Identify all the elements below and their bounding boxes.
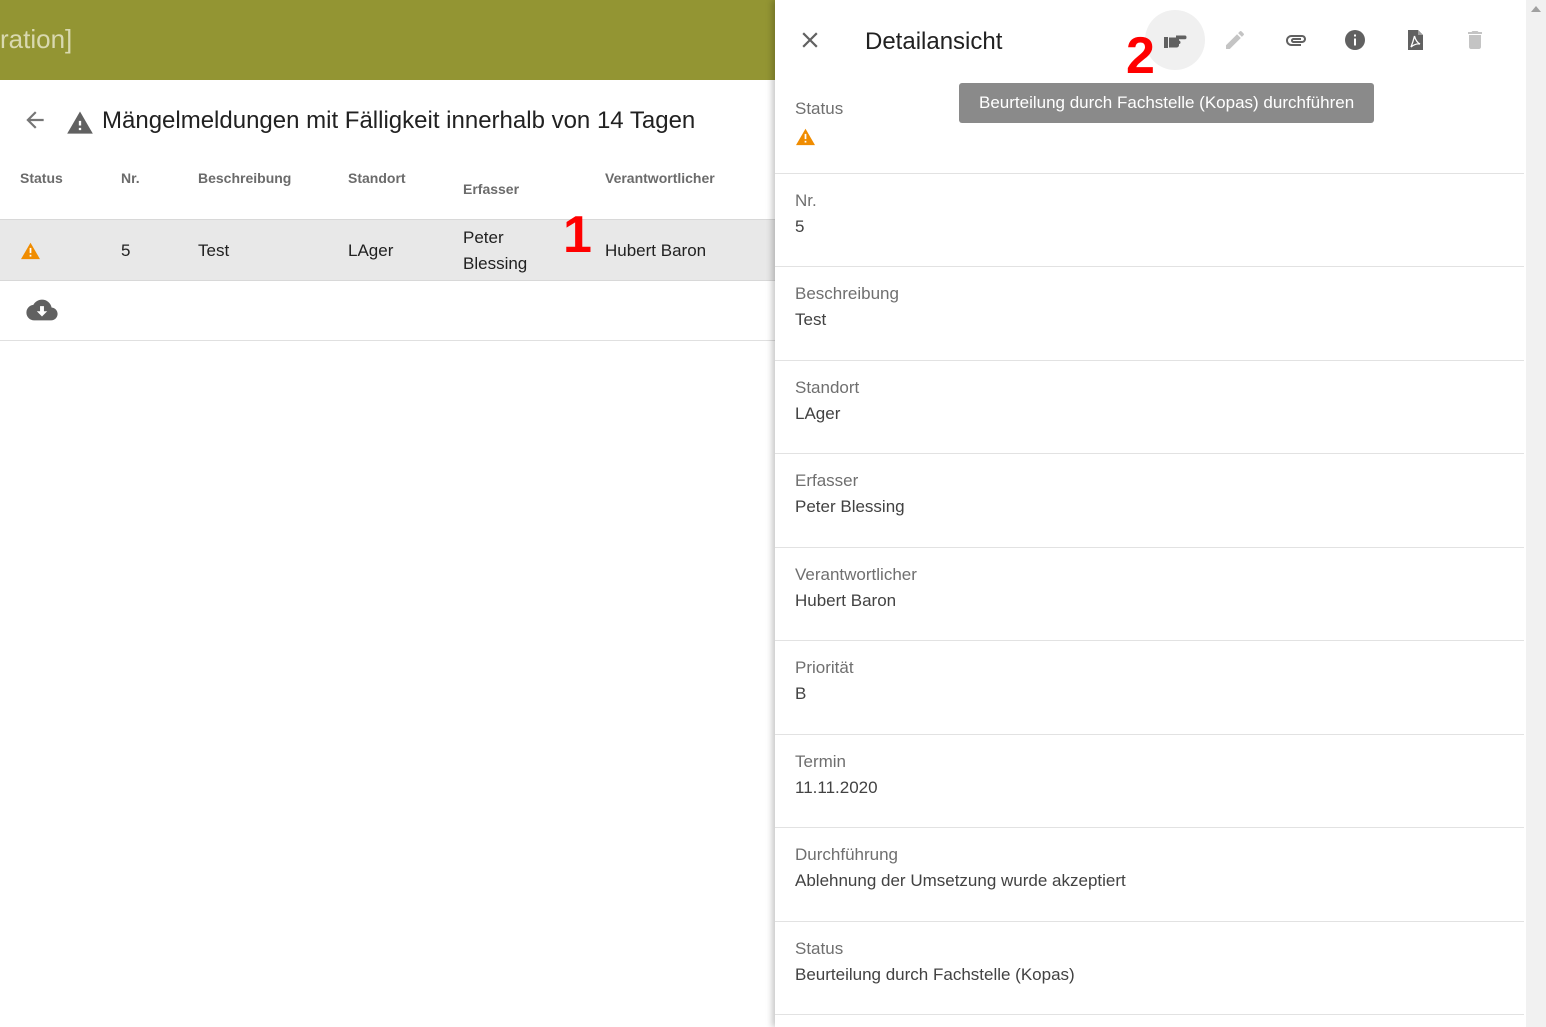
- column-header-beschreibung[interactable]: Beschreibung: [198, 170, 291, 186]
- cell-erfasser-first: Peter: [463, 228, 504, 247]
- scroll-up-arrow-icon[interactable]: [1531, 6, 1541, 12]
- delete-icon[interactable]: [1455, 20, 1495, 60]
- detail-panel: Detailansicht Status Nr. 5 Beschreibung …: [775, 0, 1526, 1027]
- table-row[interactable]: 5 Test LAger Peter Blessing Hubert Baron: [0, 219, 775, 281]
- app-title: ration]: [0, 24, 73, 54]
- column-header-verantwortlicher[interactable]: Verantwortlicher: [605, 170, 715, 186]
- tooltip: Beurteilung durch Fachstelle (Kopas) dur…: [959, 83, 1375, 123]
- field-value: Test: [795, 310, 827, 329]
- annotation-marker-1: 1: [563, 206, 592, 264]
- field-beschreibung: Beschreibung Test: [775, 267, 1524, 361]
- field-verantwortlicher: Verantwortlicher Hubert Baron: [775, 548, 1524, 641]
- page-header: Mängelmeldungen mit Fälligkeit innerhalb…: [0, 80, 775, 160]
- field-durchfuehrung: Durchführung Ablehnung der Umsetzung wur…: [775, 828, 1524, 922]
- column-header-standort[interactable]: Standort: [348, 170, 406, 186]
- field-nr: Nr. 5: [775, 174, 1524, 267]
- annotation-marker-2: 2: [1126, 27, 1155, 85]
- field-status-workflow: Status Beurteilung durch Fachstelle (Kop…: [775, 922, 1524, 1015]
- info-icon[interactable]: [1335, 20, 1375, 60]
- column-header-erfasser[interactable]: Erfasser: [463, 181, 519, 197]
- field-value: Hubert Baron: [795, 591, 897, 610]
- field-label: Verantwortlicher: [795, 565, 917, 584]
- field-standort: Standort LAger: [775, 361, 1524, 454]
- field-label: Beschreibung: [795, 284, 899, 303]
- cell-beschreibung: Test: [198, 241, 230, 260]
- field-label: Status: [795, 939, 844, 958]
- cell-nr: 5: [121, 241, 131, 260]
- field-value: Ablehnung der Umsetzung wurde akzeptiert: [795, 871, 1126, 890]
- field-value: B: [795, 684, 807, 703]
- warning-icon: [795, 127, 816, 146]
- field-value: Peter Blessing: [795, 497, 905, 516]
- field-label: Standort: [795, 378, 860, 397]
- back-arrow-icon[interactable]: [22, 107, 48, 133]
- cell-verantwortlicher: Hubert Baron: [605, 241, 707, 260]
- attachment-icon[interactable]: [1275, 20, 1315, 60]
- field-prioritaet: Priorität B: [775, 641, 1524, 735]
- download-row: [0, 281, 775, 341]
- page-title: Mängelmeldungen mit Fälligkeit innerhalb…: [102, 107, 696, 134]
- warning-icon: [20, 241, 41, 260]
- field-label: Status: [795, 99, 844, 118]
- cell-erfasser-last: Blessing: [463, 254, 528, 273]
- field-label: Priorität: [795, 658, 854, 677]
- edit-icon[interactable]: [1215, 20, 1255, 60]
- thumb-point-icon[interactable]: [1155, 20, 1195, 60]
- close-icon[interactable]: [797, 27, 823, 53]
- field-erfasser: Erfasser Peter Blessing: [775, 454, 1524, 548]
- field-value: 5: [795, 217, 805, 236]
- field-label: Termin: [795, 752, 847, 771]
- detail-title: Detailansicht: [865, 28, 1003, 55]
- field-value: Beurteilung durch Fachstelle (Kopas): [795, 965, 1075, 984]
- field-termin: Termin 11.11.2020: [775, 735, 1524, 828]
- scrollbar[interactable]: [1526, 0, 1546, 1027]
- cloud-download-icon[interactable]: [26, 297, 58, 323]
- pdf-icon[interactable]: [1395, 20, 1435, 60]
- warning-icon: [66, 109, 94, 135]
- cell-standort: LAger: [348, 241, 394, 260]
- app-topbar: ration]: [0, 0, 775, 80]
- field-label: Erfasser: [795, 471, 859, 490]
- field-value: LAger: [795, 404, 841, 423]
- column-header-status[interactable]: Status: [20, 170, 63, 186]
- field-label: Nr.: [795, 191, 817, 210]
- column-header-nr[interactable]: Nr.: [121, 170, 140, 186]
- field-value: 11.11.2020: [795, 778, 878, 797]
- field-label: Durchführung: [795, 845, 899, 864]
